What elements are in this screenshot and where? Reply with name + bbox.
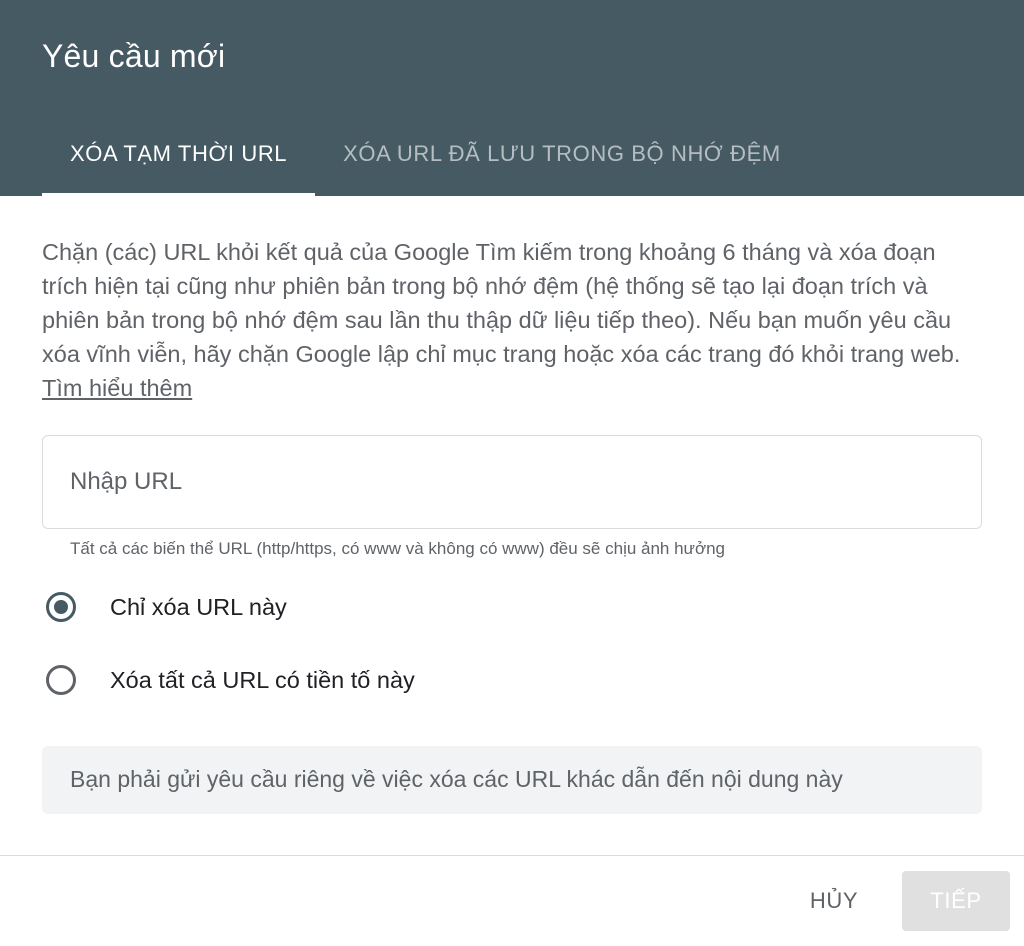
notice-box: Bạn phải gửi yêu cầu riêng về việc xóa c…: [42, 746, 982, 814]
url-field[interactable]: [42, 435, 982, 529]
dialog-header: Yêu cầu mới XÓA TẠM THỜI URL XÓA URL ĐÃ …: [0, 0, 1024, 196]
tab-bar: XÓA TẠM THỜI URL XÓA URL ĐÃ LƯU TRONG BỘ…: [42, 116, 809, 196]
description-body: Chặn (các) URL khỏi kết quả của Google T…: [42, 239, 961, 367]
url-helper-text: Tất cả các biến thể URL (http/https, có …: [70, 539, 725, 558]
radio-unchecked-icon[interactable]: [46, 665, 76, 695]
option-label: Xóa tất cả URL có tiền tố này: [110, 666, 415, 693]
next-button[interactable]: TIẾP: [902, 871, 1010, 931]
radio-checked-icon[interactable]: [46, 592, 76, 622]
new-request-dialog: Yêu cầu mới XÓA TẠM THỜI URL XÓA URL ĐÃ …: [0, 0, 1024, 946]
option-label: Chỉ xóa URL này: [110, 593, 287, 620]
option-remove-prefix[interactable]: Xóa tất cả URL có tiền tố này: [42, 665, 415, 695]
dialog-title: Yêu cầu mới: [42, 38, 226, 74]
option-remove-this-url[interactable]: Chỉ xóa URL này: [42, 592, 287, 622]
footer-divider: [0, 855, 1024, 856]
url-input[interactable]: [70, 436, 950, 528]
tab-clear-cached-url[interactable]: XÓA URL ĐÃ LƯU TRONG BỘ NHỚ ĐỆM: [315, 116, 809, 196]
tab-temporary-remove-url[interactable]: XÓA TẠM THỜI URL: [42, 116, 316, 196]
description-text: Chặn (các) URL khỏi kết quả của Google T…: [42, 235, 987, 405]
learn-more-link[interactable]: Tìm hiểu thêm: [42, 375, 192, 401]
cancel-button[interactable]: HỦY: [790, 871, 878, 931]
